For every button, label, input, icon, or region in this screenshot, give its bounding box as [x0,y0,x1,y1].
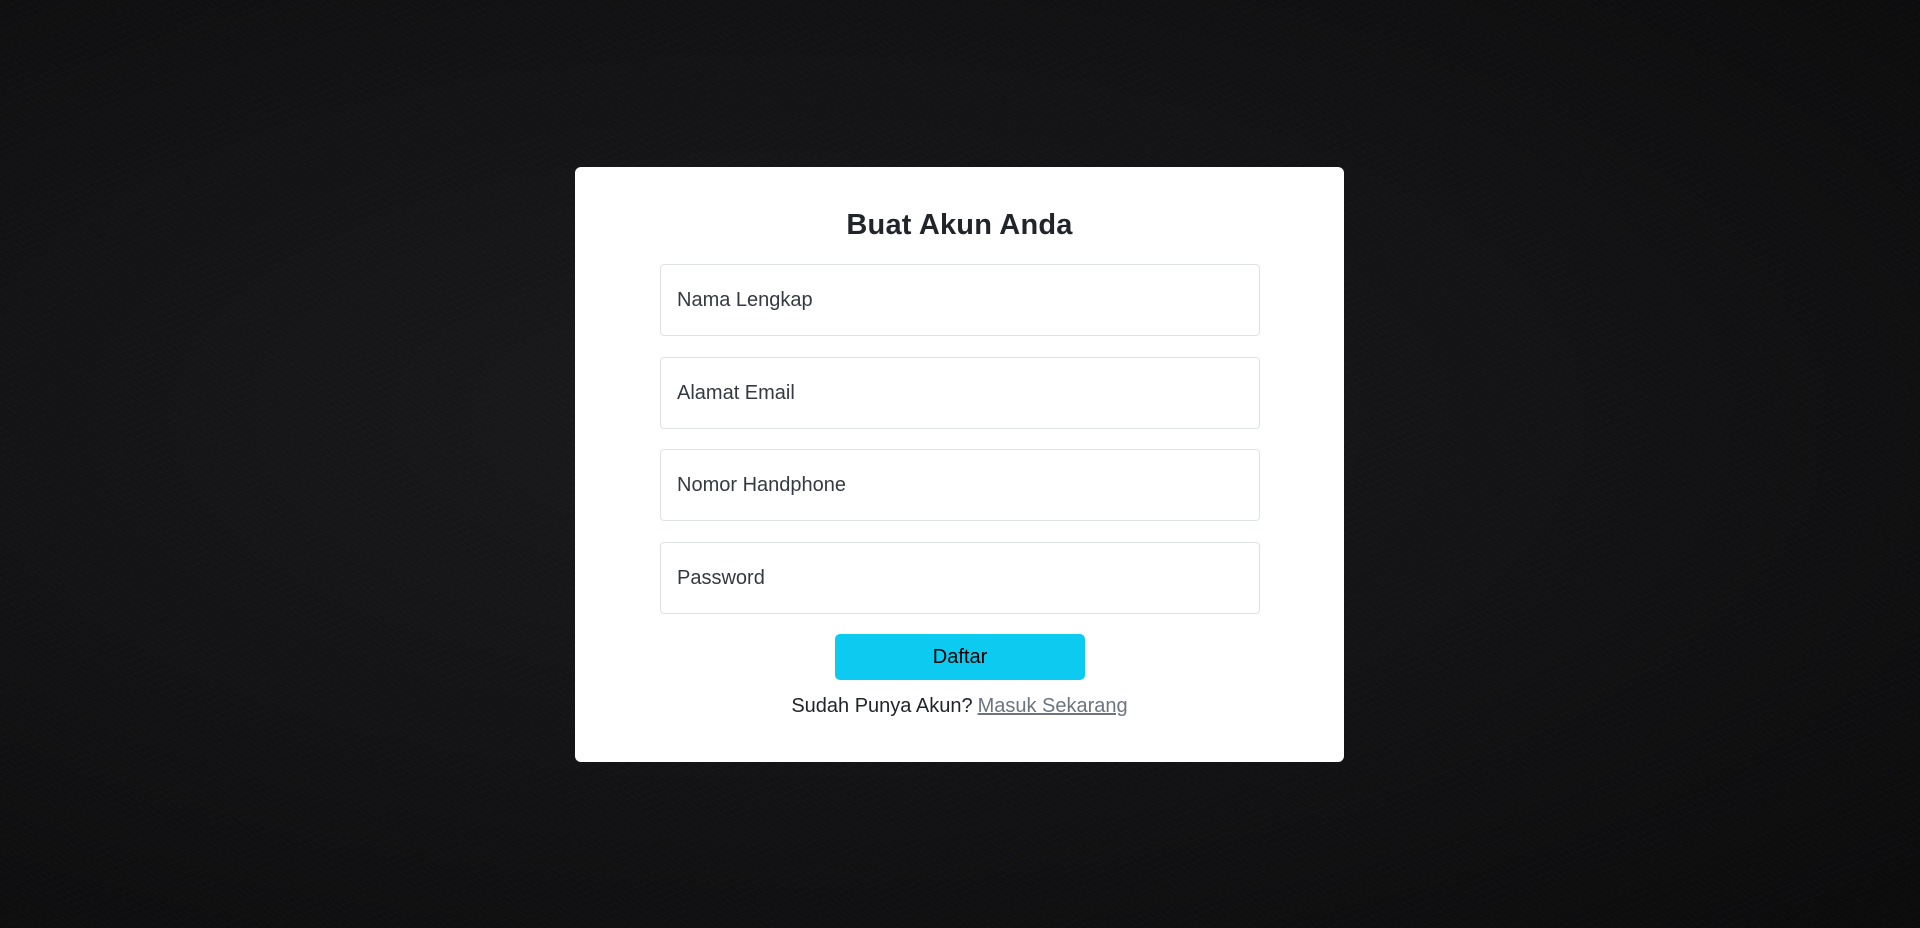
phone-input[interactable] [660,449,1260,521]
email-input[interactable] [660,357,1260,429]
full-name-input[interactable] [660,264,1260,336]
login-prompt: Sudah Punya Akun? Masuk Sekarang [575,695,1344,718]
register-button[interactable]: Daftar [835,634,1085,680]
login-link[interactable]: Masuk Sekarang [978,695,1128,717]
login-prompt-text: Sudah Punya Akun? [791,695,973,717]
register-card: Buat Akun Anda Daftar Sudah Punya Akun?M… [575,167,1344,762]
form-title: Buat Akun Anda [846,209,1073,241]
password-input[interactable] [660,542,1260,614]
